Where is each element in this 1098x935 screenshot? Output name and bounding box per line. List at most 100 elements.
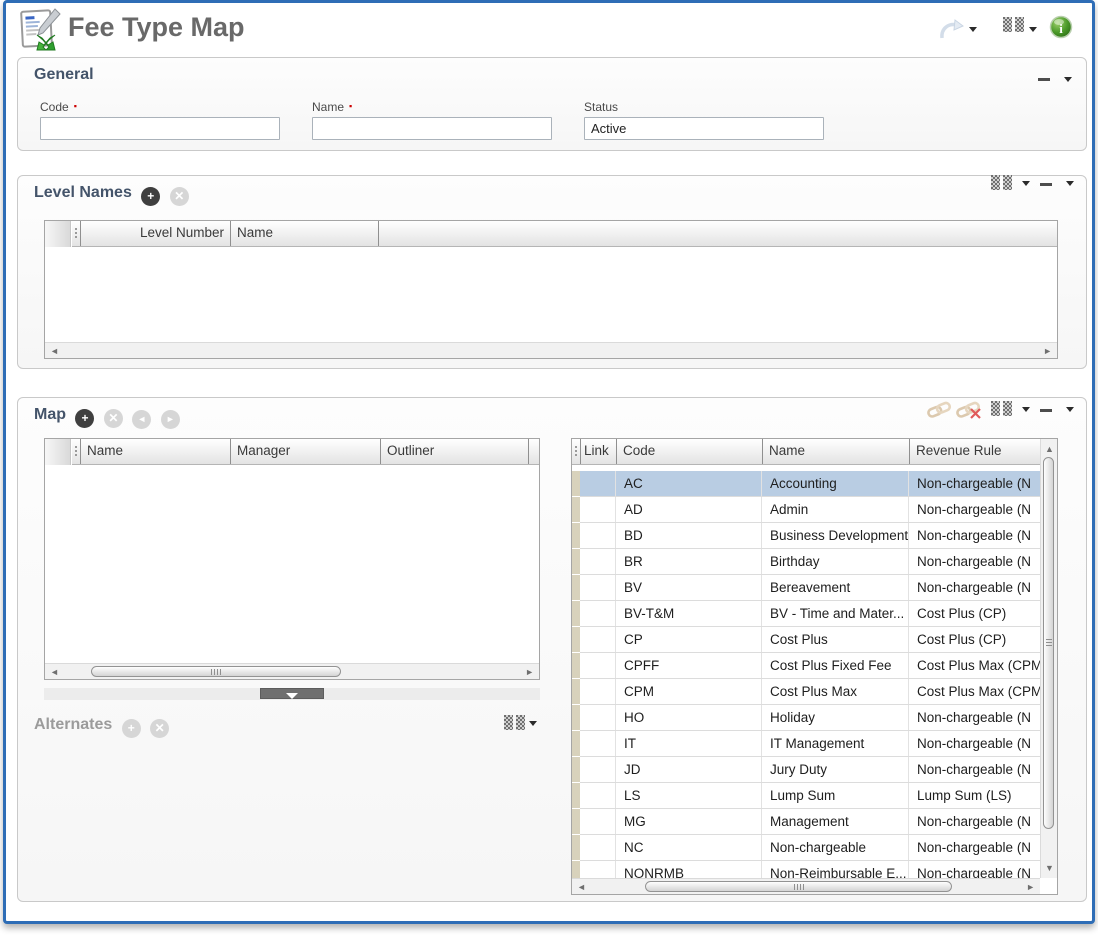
cell-code: IT xyxy=(616,731,762,756)
row-indicator xyxy=(572,653,580,679)
row-indicator xyxy=(572,809,580,835)
cell-name: Birthday xyxy=(762,549,909,574)
cell-link xyxy=(580,757,616,782)
required-marker: ▪ xyxy=(74,101,77,111)
columns-menu-caret[interactable] xyxy=(1022,181,1030,186)
table-row[interactable]: LSLump SumLump Sum (LS) xyxy=(572,783,1040,809)
table-row[interactable]: NONRMBNon-Reimbursable E...Non-chargeabl… xyxy=(572,861,1040,878)
scroll-down-arrow[interactable]: ▼ xyxy=(1045,860,1054,876)
unlink-icon[interactable] xyxy=(956,400,982,424)
column-header-manager[interactable]: Manager xyxy=(230,439,380,464)
table-row[interactable]: NCNon-chargeableNon-chargeable (N xyxy=(572,835,1040,861)
cell-link xyxy=(580,653,616,678)
map-right-grid-body: ACAccountingNon-chargeable (NADAdminNon-… xyxy=(572,465,1040,878)
scrollbar-thumb[interactable] xyxy=(1043,457,1054,829)
column-header-name[interactable]: Name xyxy=(80,439,230,464)
table-row[interactable]: BDBusiness DevelopmentNon-chargeable (N xyxy=(572,523,1040,549)
collapse-icon[interactable] xyxy=(1040,409,1052,412)
pane-splitter[interactable] xyxy=(44,688,540,700)
scroll-right-arrow[interactable]: ► xyxy=(1026,879,1035,895)
fee-type-map-window: Fee Type Map i General Code▪ Name xyxy=(3,0,1095,924)
cell-code: BV xyxy=(616,575,762,600)
table-row[interactable]: JDJury DutyNon-chargeable (N xyxy=(572,757,1040,783)
horizontal-scrollbar[interactable]: ◄ ► xyxy=(45,342,1057,358)
table-row[interactable]: BVBereavementNon-chargeable (N xyxy=(572,575,1040,601)
status-input[interactable] xyxy=(584,117,824,140)
collapse-icon[interactable] xyxy=(1038,78,1050,81)
column-header-name[interactable]: Name xyxy=(762,439,909,464)
splitter-handle[interactable] xyxy=(260,688,324,699)
columns-menu-caret[interactable] xyxy=(1022,407,1030,412)
cell-revenue-rule: Cost Plus Max (CPM xyxy=(909,679,1040,704)
collapse-icon[interactable] xyxy=(1040,183,1052,186)
scroll-left-arrow[interactable]: ◄ xyxy=(50,664,59,680)
share-icon[interactable] xyxy=(938,19,964,46)
table-row[interactable]: ADAdminNon-chargeable (N xyxy=(572,497,1040,523)
delete-map-button[interactable]: ✕ xyxy=(104,409,123,428)
table-row[interactable]: CPFFCost Plus Fixed FeeCost Plus Max (CP… xyxy=(572,653,1040,679)
cell-code: AC xyxy=(616,471,762,496)
horizontal-scrollbar[interactable]: ◄ ► xyxy=(572,878,1040,894)
table-row[interactable]: MGManagementNon-chargeable (N xyxy=(572,809,1040,835)
cell-revenue-rule: Cost Plus Max (CPM xyxy=(909,653,1040,678)
move-next-button[interactable]: ► xyxy=(161,410,180,429)
scrollbar-thumb[interactable] xyxy=(91,666,341,677)
column-header-level-number[interactable]: Level Number xyxy=(80,221,230,246)
section-menu-caret[interactable] xyxy=(1064,77,1072,82)
cell-revenue-rule: Non-chargeable (N xyxy=(909,861,1040,878)
code-input[interactable] xyxy=(40,117,280,140)
table-row[interactable]: CPMCost Plus MaxCost Plus Max (CPM xyxy=(572,679,1040,705)
scroll-right-arrow[interactable]: ► xyxy=(525,664,534,680)
table-row[interactable]: ACAccountingNon-chargeable (N xyxy=(572,471,1040,497)
table-row[interactable]: BRBirthdayNon-chargeable (N xyxy=(572,549,1040,575)
column-header-name[interactable]: Name xyxy=(230,221,378,246)
section-menu-caret[interactable] xyxy=(1066,407,1074,412)
column-header-link[interactable]: Link xyxy=(580,439,616,464)
columns-icon[interactable] xyxy=(991,401,1012,416)
cell-revenue-rule: Non-chargeable (N xyxy=(909,705,1040,730)
columns-icon[interactable] xyxy=(504,715,525,730)
table-row[interactable]: CPCost PlusCost Plus (CP) xyxy=(572,627,1040,653)
column-header-outliner[interactable]: Outliner xyxy=(380,439,528,464)
row-indicator xyxy=(572,783,580,809)
column-header-revenue-rule[interactable]: Revenue Rule xyxy=(909,439,1057,464)
cell-name: BV - Time and Mater... xyxy=(762,601,909,626)
section-menu-caret[interactable] xyxy=(1066,181,1074,186)
name-input[interactable] xyxy=(312,117,552,140)
scroll-right-arrow[interactable]: ► xyxy=(1043,343,1052,359)
share-menu-caret[interactable] xyxy=(969,27,977,32)
column-drag-grip[interactable] xyxy=(572,439,580,464)
columns-icon[interactable] xyxy=(991,175,1012,190)
scroll-left-arrow[interactable]: ◄ xyxy=(577,879,586,895)
table-row[interactable]: HOHolidayNon-chargeable (N xyxy=(572,705,1040,731)
scroll-up-arrow[interactable]: ▲ xyxy=(1045,441,1054,457)
column-drag-grip[interactable] xyxy=(72,221,80,246)
cell-code: BV-T&M xyxy=(616,601,762,626)
delete-alternate-button[interactable]: ✕ xyxy=(150,719,169,738)
add-alternate-button[interactable]: + xyxy=(122,719,141,738)
vertical-scrollbar[interactable]: ▲ ▼ xyxy=(1040,439,1057,878)
move-prev-button[interactable]: ◄ xyxy=(132,410,151,429)
row-indicator xyxy=(572,549,580,575)
add-map-button[interactable]: + xyxy=(75,409,94,428)
table-row[interactable]: ITIT ManagementNon-chargeable (N xyxy=(572,731,1040,757)
scroll-left-arrow[interactable]: ◄ xyxy=(50,343,59,359)
section-map: Map + ✕ ◄ ► Name xyxy=(17,397,1087,902)
table-row[interactable]: BV-T&MBV - Time and Mater...Cost Plus (C… xyxy=(572,601,1040,627)
delete-row-button[interactable]: ✕ xyxy=(170,187,189,206)
columns-icon[interactable] xyxy=(1003,17,1024,32)
horizontal-scrollbar[interactable]: ◄ ► xyxy=(45,663,539,679)
info-icon[interactable]: i xyxy=(1049,15,1073,44)
column-header-code[interactable]: Code xyxy=(616,439,762,464)
column-divider xyxy=(378,221,379,246)
cell-code: JD xyxy=(616,757,762,782)
cell-link xyxy=(580,497,616,522)
columns-menu-caret[interactable] xyxy=(529,721,537,726)
columns-menu-caret[interactable] xyxy=(1029,27,1037,32)
add-row-button[interactable]: + xyxy=(141,187,160,206)
scrollbar-thumb[interactable] xyxy=(645,881,952,892)
link-icon[interactable] xyxy=(927,400,952,424)
cell-code: AD xyxy=(616,497,762,522)
row-indicator xyxy=(572,835,580,861)
column-drag-grip[interactable] xyxy=(72,439,80,464)
